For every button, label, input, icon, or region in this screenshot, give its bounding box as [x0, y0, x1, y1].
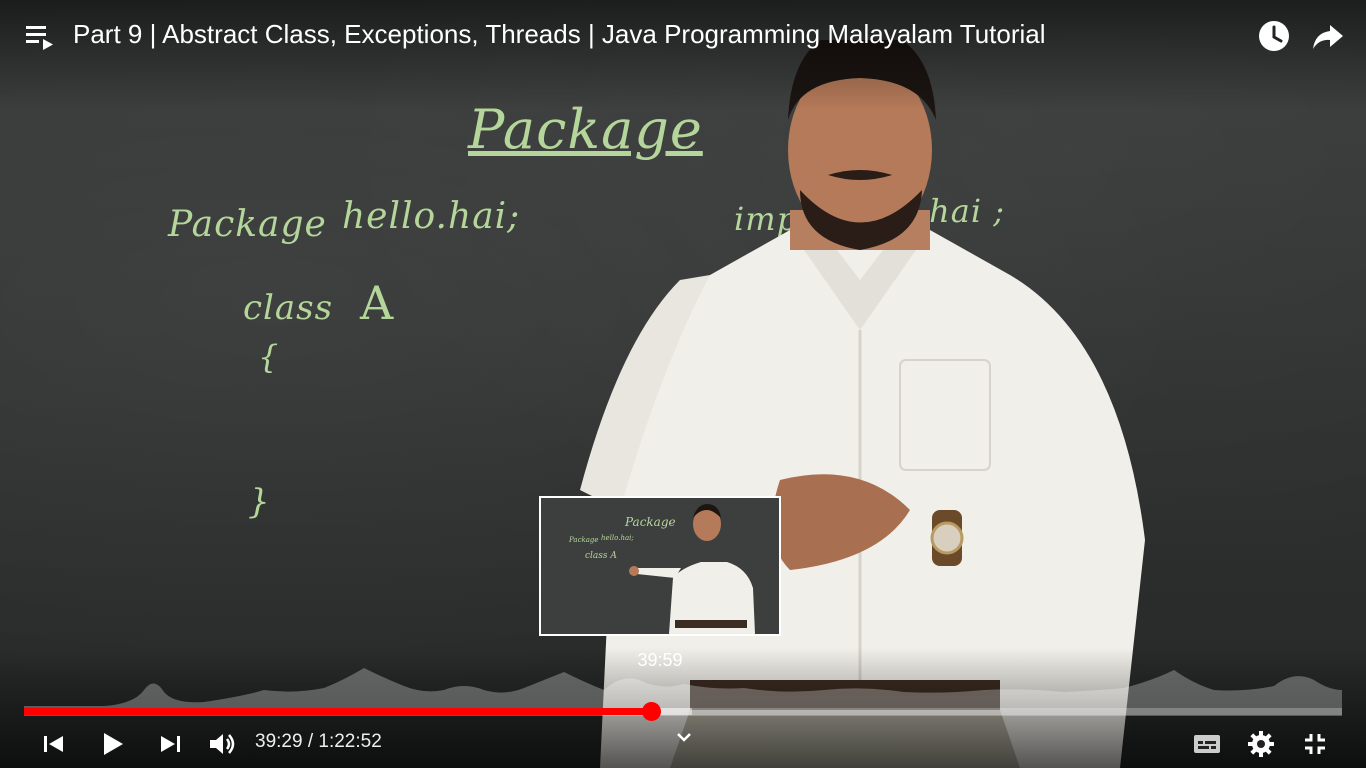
seek-preview-thumbnail: Package Package hello.hai; class A — [539, 496, 781, 636]
play-icon[interactable] — [94, 726, 130, 762]
duration: 1:22:52 — [318, 731, 382, 752]
preview-board-line2: class A — [585, 551, 617, 561]
progress-played — [24, 708, 652, 715]
board-close-brace: } — [248, 482, 271, 522]
subtitles-icon[interactable] — [1189, 726, 1225, 762]
previous-icon[interactable] — [36, 726, 72, 762]
share-arrow-icon[interactable] — [1310, 18, 1346, 54]
current-time: 39:29 — [255, 731, 303, 752]
next-icon[interactable] — [152, 726, 188, 762]
clock-icon[interactable] — [1256, 18, 1292, 54]
time-separator: / — [302, 731, 319, 752]
chevron-down-icon[interactable] — [666, 720, 702, 756]
board-open-brace: { — [258, 338, 280, 376]
preview-board-line1-keyword: Package — [568, 536, 599, 544]
preview-scene: Package Package hello.hai; class A — [541, 498, 779, 634]
board-line1-name: hello.hai; — [342, 196, 521, 237]
player-controls: 39:29 / 1:22:52 — [0, 716, 1366, 768]
preview-board-heading: Package — [624, 515, 676, 529]
playlist-icon[interactable] — [26, 24, 56, 52]
video-title[interactable]: Part 9 | Abstract Class, Exceptions, Thr… — [73, 19, 1046, 50]
board-line1-keyword: Package — [168, 204, 327, 245]
board-line2-keyword: class — [243, 288, 334, 328]
top-bar: Part 9 | Abstract Class, Exceptions, Thr… — [0, 0, 1366, 72]
volume-icon[interactable] — [204, 726, 240, 762]
gear-icon[interactable] — [1243, 726, 1279, 762]
preview-board-line1-name: hello.hai; — [601, 534, 634, 542]
board-line2-name: A — [360, 276, 395, 330]
progress-bar[interactable] — [24, 702, 1342, 721]
exit-fullscreen-icon[interactable] — [1297, 726, 1333, 762]
time-display: 39:29 / 1:22:52 — [255, 731, 382, 753]
